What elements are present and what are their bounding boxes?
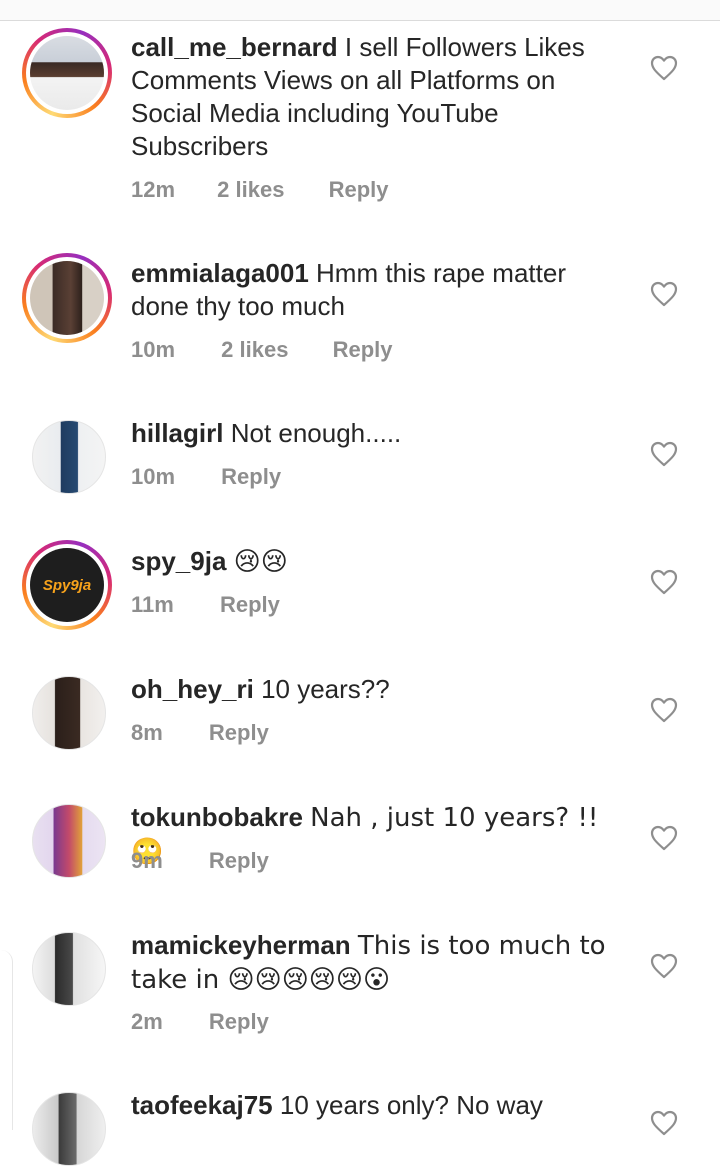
comment-text: mamickeyherman This is too much to take … bbox=[131, 929, 631, 997]
comment-meta: 8m Reply bbox=[131, 720, 269, 746]
comment-meta: 9m Reply bbox=[131, 848, 269, 874]
comment-time: 10m bbox=[131, 464, 176, 489]
heart-outline-icon[interactable] bbox=[650, 569, 678, 595]
comment-meta: 10m 2 likes Reply bbox=[131, 337, 393, 363]
avatar[interactable] bbox=[32, 420, 106, 494]
comment-username[interactable]: spy_9ja bbox=[131, 546, 226, 576]
comment-username[interactable]: emmialaga001 bbox=[131, 258, 309, 288]
top-bar bbox=[0, 0, 720, 21]
avatar[interactable] bbox=[22, 253, 112, 343]
comment-time: 8m bbox=[131, 720, 163, 745]
heart-outline-icon[interactable] bbox=[650, 1110, 678, 1136]
reply-button[interactable]: Reply bbox=[209, 1009, 269, 1035]
comment-text: oh_hey_ri 10 years?? bbox=[131, 673, 631, 706]
comment-meta: 2m Reply bbox=[131, 1009, 269, 1035]
comment-username[interactable]: mamickeyherman bbox=[131, 930, 351, 960]
comment-username[interactable]: call_me_bernard bbox=[131, 32, 338, 62]
comment-likes[interactable]: 2 likes bbox=[221, 337, 288, 363]
heart-outline-icon[interactable] bbox=[650, 825, 678, 851]
avatar[interactable]: Spy9ja bbox=[22, 540, 112, 630]
comment-username[interactable]: hillagirl bbox=[131, 418, 223, 448]
comment-time: 2m bbox=[131, 1009, 163, 1034]
comment-username[interactable]: tokunbobakre bbox=[131, 802, 303, 832]
avatar[interactable] bbox=[22, 28, 112, 118]
heart-outline-icon[interactable] bbox=[650, 697, 678, 723]
comment-meta: 12m 2 likes Reply bbox=[131, 177, 389, 203]
comment-username[interactable]: oh_hey_ri bbox=[131, 674, 254, 704]
comment-time: 11m bbox=[131, 592, 174, 617]
avatar[interactable] bbox=[32, 932, 106, 1006]
comment-text: call_me_bernard I sell Followers Likes C… bbox=[131, 31, 631, 163]
comment-likes[interactable]: 2 likes bbox=[217, 177, 284, 203]
reply-button[interactable]: Reply bbox=[221, 464, 281, 490]
comment-body: Not enough..... bbox=[230, 418, 402, 448]
comment-time: 10m bbox=[131, 337, 176, 362]
comment-text: taofeekaj75 10 years only? No way bbox=[131, 1089, 631, 1122]
reply-button[interactable]: Reply bbox=[209, 848, 269, 874]
comment-text: spy_9ja 😢😢 bbox=[131, 545, 631, 579]
heart-outline-icon[interactable] bbox=[650, 281, 678, 307]
avatar[interactable] bbox=[32, 1092, 106, 1166]
comment-time: 9m bbox=[131, 848, 163, 873]
comment-body: 10 years?? bbox=[261, 674, 390, 704]
reply-button[interactable]: Reply bbox=[220, 592, 280, 618]
reply-button[interactable]: Reply bbox=[329, 177, 389, 203]
heart-outline-icon[interactable] bbox=[650, 441, 678, 467]
comment-text: hillagirl Not enough..... bbox=[131, 417, 631, 450]
avatar[interactable] bbox=[32, 676, 106, 750]
comment-username[interactable]: taofeekaj75 bbox=[131, 1090, 273, 1120]
comment-time: 12m bbox=[131, 177, 176, 202]
comment-body: 10 years only? No way bbox=[279, 1090, 543, 1120]
reply-button[interactable]: Reply bbox=[333, 337, 393, 363]
comment-body: 😢😢 bbox=[233, 547, 288, 577]
comment-text: emmialaga001 Hmm this rape matter done t… bbox=[131, 257, 631, 323]
side-panel-edge bbox=[0, 950, 13, 1130]
heart-outline-icon[interactable] bbox=[650, 55, 678, 81]
heart-outline-icon[interactable] bbox=[650, 953, 678, 979]
reply-button[interactable]: Reply bbox=[209, 720, 269, 746]
avatar[interactable] bbox=[32, 804, 106, 878]
comment-meta: 10m Reply bbox=[131, 464, 281, 490]
spy9ja-logo: Spy9ja bbox=[42, 576, 92, 594]
comment-meta: 11m Reply bbox=[131, 592, 280, 618]
